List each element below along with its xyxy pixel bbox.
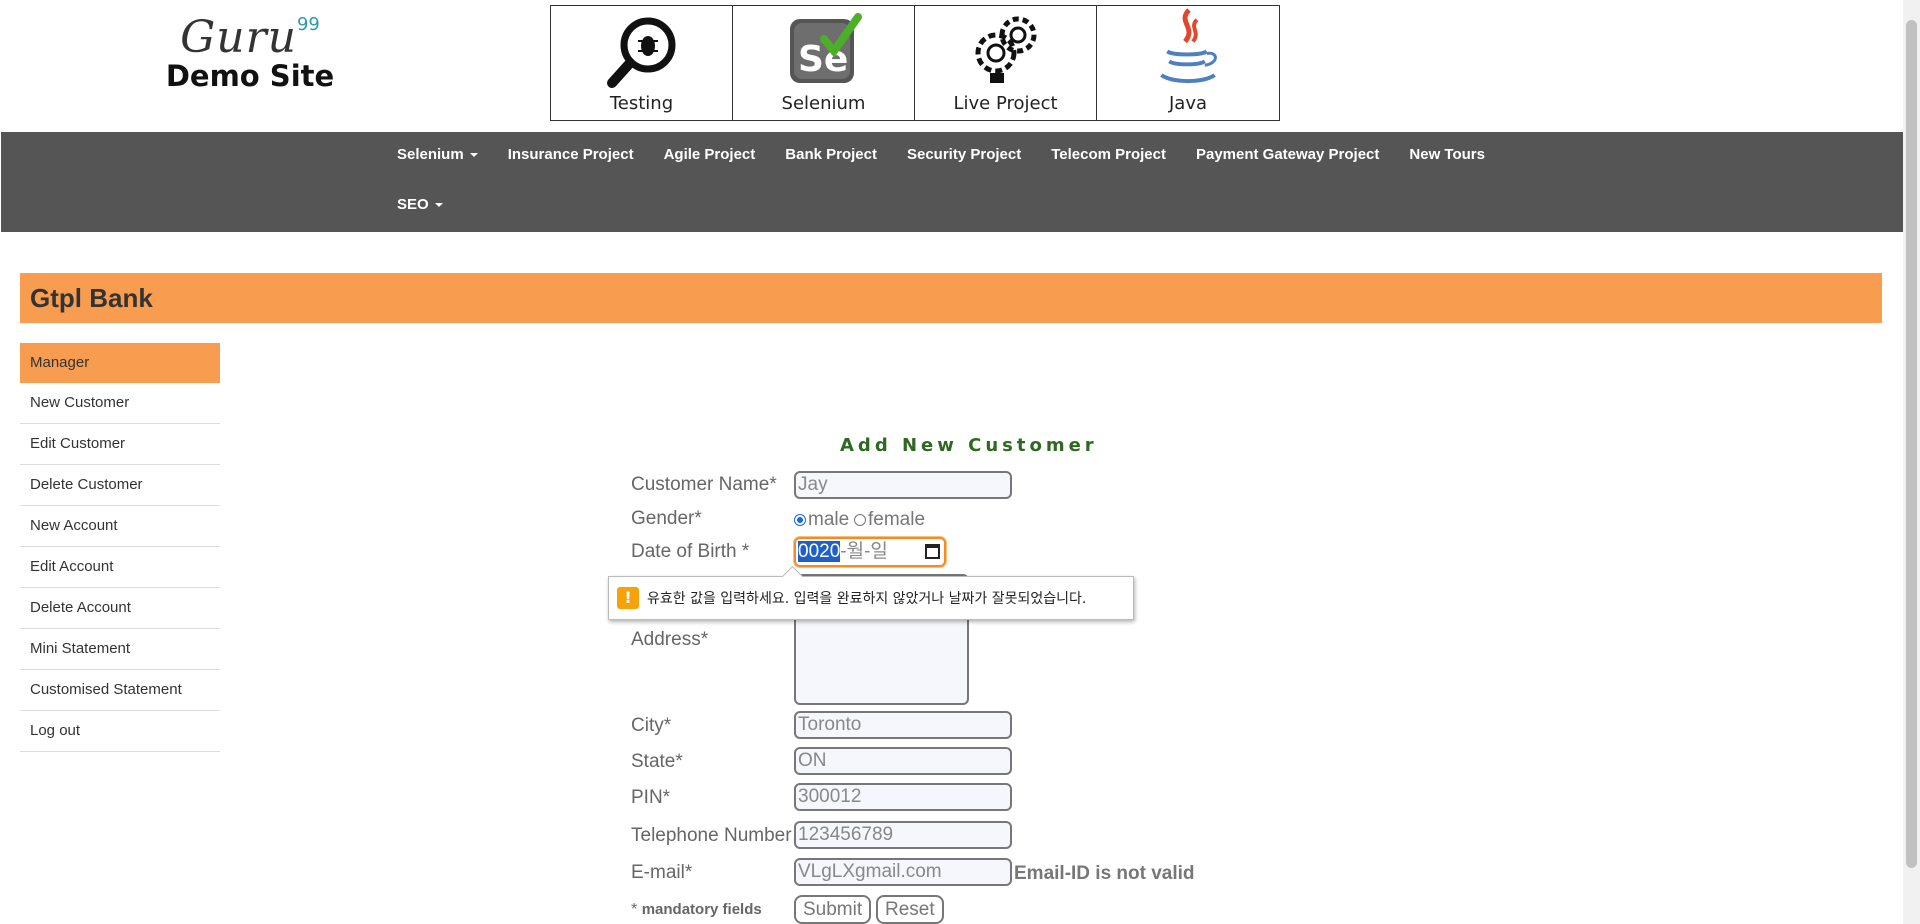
pin-label: PIN* bbox=[631, 787, 671, 808]
bug-magnifier-icon bbox=[606, 17, 675, 88]
submit-button[interactable]: Submit bbox=[794, 895, 872, 924]
gender-female-radio[interactable]: female bbox=[854, 509, 925, 531]
sidebar-item-new-account[interactable]: New Account bbox=[20, 506, 220, 547]
tile-label: Live Project bbox=[953, 93, 1058, 114]
sidebar-item-delete-customer[interactable]: Delete Customer bbox=[20, 465, 220, 506]
email-input[interactable]: VLgLXgmail.com bbox=[794, 858, 1012, 886]
customer-name-label: Customer Name* bbox=[631, 474, 777, 495]
course-tiles: Testing Se Selenium Live Project Java bbox=[550, 5, 1280, 121]
tile-selenium[interactable]: Se Selenium bbox=[733, 6, 915, 120]
nav-bank-project[interactable]: Bank Project bbox=[785, 146, 877, 163]
nav-seo[interactable]: SEO bbox=[397, 196, 443, 213]
sidebar-item-mini-statement[interactable]: Mini Statement bbox=[20, 629, 220, 670]
logo-subtitle: Demo Site bbox=[165, 59, 335, 93]
customer-name-input[interactable]: Jay bbox=[794, 471, 1012, 499]
dob-placeholder: -월-일 bbox=[840, 541, 888, 562]
mandatory-note: * mandatory fields bbox=[631, 901, 762, 918]
calendar-icon[interactable] bbox=[925, 544, 940, 559]
email-label: E-mail* bbox=[631, 862, 693, 883]
sidebar-item-manager[interactable]: Manager bbox=[20, 343, 220, 383]
state-input[interactable]: ON bbox=[794, 747, 1012, 775]
state-label: State* bbox=[631, 751, 683, 772]
tile-label: Testing bbox=[609, 93, 674, 114]
radio-selected-icon bbox=[794, 513, 806, 526]
caret-down-icon bbox=[434, 203, 443, 208]
sidebar-item-delete-account[interactable]: Delete Account bbox=[20, 588, 220, 629]
selenium-icon: Se bbox=[789, 13, 862, 83]
logo-brand: Guru99 bbox=[180, 12, 320, 63]
tile-live-project[interactable]: Live Project bbox=[915, 6, 1097, 120]
telephone-input[interactable]: 123456789 bbox=[794, 821, 1012, 849]
caret-down-icon bbox=[469, 153, 478, 158]
nav-insurance-project[interactable]: Insurance Project bbox=[508, 146, 634, 163]
dob-year-segment[interactable]: 0020 bbox=[798, 541, 841, 562]
bank-title: Gtpl Bank bbox=[30, 283, 153, 313]
nav-security-project[interactable]: Security Project bbox=[907, 146, 1021, 163]
site-logo[interactable]: Guru99 Demo Site bbox=[165, 12, 335, 93]
tile-label: Java bbox=[1168, 93, 1208, 114]
sidebar-item-edit-account[interactable]: Edit Account bbox=[20, 547, 220, 588]
gender-label: Gender* bbox=[631, 508, 702, 529]
nav-agile-project[interactable]: Agile Project bbox=[664, 146, 756, 163]
main-nav: Selenium Insurance Project Agile Project… bbox=[1, 132, 1903, 232]
nav-telecom-project[interactable]: Telecom Project bbox=[1051, 146, 1166, 163]
scrollbar-thumb[interactable] bbox=[1906, 20, 1917, 868]
city-input[interactable]: Toronto bbox=[794, 711, 1012, 739]
nav-selenium[interactable]: Selenium bbox=[397, 146, 478, 163]
radio-empty-icon bbox=[854, 513, 866, 526]
email-error-message: Email-ID is not valid bbox=[1014, 863, 1195, 884]
reset-button[interactable]: Reset bbox=[876, 895, 944, 924]
form-title: Add New Customer bbox=[840, 435, 1098, 456]
telephone-label: Telephone Number bbox=[631, 825, 792, 846]
validation-tooltip: ! 유효한 값을 입력하세요. 입력을 완료하지 않았거나 날짜가 잘못되었습니… bbox=[608, 565, 1134, 620]
address-label: Address* bbox=[631, 629, 709, 650]
gear-bulb-icon bbox=[975, 16, 1036, 83]
nav-new-tours[interactable]: New Tours bbox=[1409, 146, 1485, 163]
warning-icon: ! bbox=[617, 587, 639, 609]
sidebar-item-new-customer[interactable]: New Customer bbox=[20, 383, 220, 424]
sidebar-item-edit-customer[interactable]: Edit Customer bbox=[20, 424, 220, 465]
nav-payment-gateway-project[interactable]: Payment Gateway Project bbox=[1196, 146, 1379, 163]
sidebar-item-customised-statement[interactable]: Customised Statement bbox=[20, 670, 220, 711]
pin-input[interactable]: 300012 bbox=[794, 783, 1012, 811]
sidebar-menu: Manager New Customer Edit Customer Delet… bbox=[20, 343, 220, 752]
city-label: City* bbox=[631, 715, 672, 736]
page-scrollbar[interactable] bbox=[1903, 0, 1920, 924]
bank-title-bar: Gtpl Bank bbox=[20, 273, 1882, 323]
sidebar-item-log-out[interactable]: Log out bbox=[20, 711, 220, 752]
dob-label: Date of Birth * bbox=[631, 541, 750, 562]
tile-label: Selenium bbox=[781, 93, 866, 114]
gender-male-radio[interactable]: male bbox=[794, 509, 849, 531]
tile-java[interactable]: Java bbox=[1097, 6, 1279, 120]
dob-date-input[interactable]: 0020-월-일 bbox=[794, 537, 946, 567]
validation-message: 유효한 값을 입력하세요. 입력을 완료하지 않았거나 날짜가 잘못되었습니다. bbox=[647, 591, 1087, 607]
tile-testing[interactable]: Testing bbox=[551, 6, 733, 120]
java-cup-icon bbox=[1160, 8, 1217, 84]
